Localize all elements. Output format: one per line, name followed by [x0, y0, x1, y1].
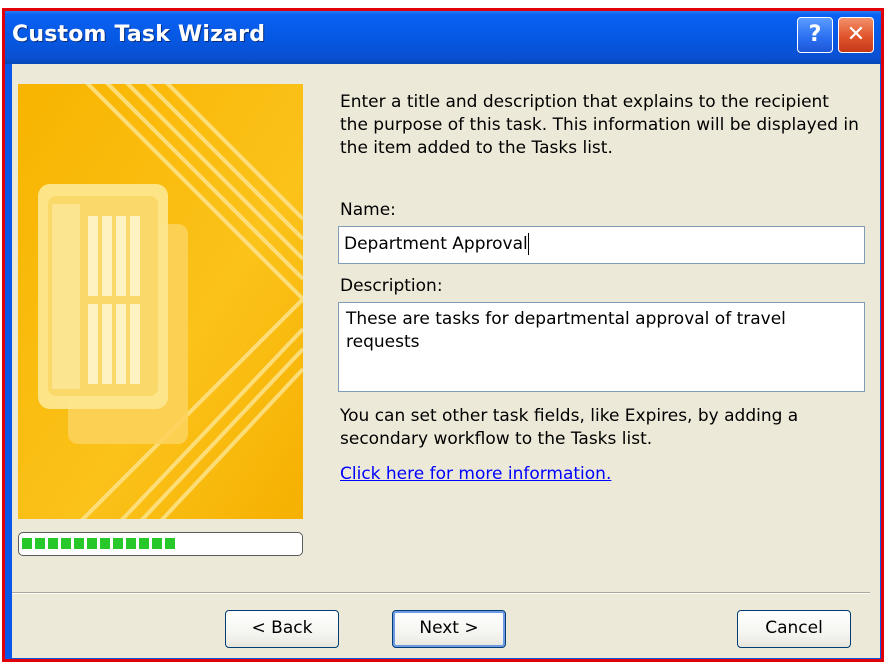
title-bar[interactable]: Custom Task Wizard ? ✕ — [4, 8, 884, 64]
secondary-workflow-note: You can set other task fields, like Expi… — [340, 406, 799, 449]
wizard-progress-bar — [18, 532, 303, 556]
progress-segment — [152, 538, 162, 549]
progress-segment — [87, 538, 97, 549]
window-title: Custom Task Wizard — [12, 22, 266, 47]
text-caret — [527, 233, 529, 255]
progress-segment — [74, 538, 84, 549]
cancel-button[interactable]: Cancel — [737, 610, 851, 648]
progress-segment — [35, 538, 45, 549]
progress-segment — [22, 538, 32, 549]
button-separator — [12, 592, 870, 594]
progress-segment — [139, 538, 149, 549]
help-button[interactable]: ? — [797, 17, 833, 53]
name-label: Name: — [340, 200, 396, 220]
wizard-body: Enter a title and description that expla… — [12, 64, 880, 658]
intro-text: Enter a title and description that expla… — [340, 92, 859, 158]
back-button[interactable]: < Back — [225, 610, 339, 648]
progress-segment — [100, 538, 110, 549]
name-input-value: Department Approval — [344, 234, 528, 254]
name-input[interactable]: Department Approval — [338, 226, 865, 264]
progress-segment — [165, 538, 175, 549]
progress-segment — [126, 538, 136, 549]
description-label: Description: — [340, 276, 443, 296]
next-button[interactable]: Next > — [392, 610, 506, 648]
progress-segment — [61, 538, 71, 549]
wizard-window: Custom Task Wizard ? ✕ Enter a title and… — [4, 8, 884, 662]
description-textarea[interactable]: These are tasks for departmental approva… — [338, 302, 865, 392]
close-button[interactable]: ✕ — [838, 17, 874, 53]
more-info-link[interactable]: Click here for more information. — [340, 464, 611, 484]
progress-segment — [48, 538, 58, 549]
progress-segment — [113, 538, 123, 549]
wizard-illustration-graphic — [18, 84, 303, 519]
wizard-illustration — [18, 84, 303, 519]
